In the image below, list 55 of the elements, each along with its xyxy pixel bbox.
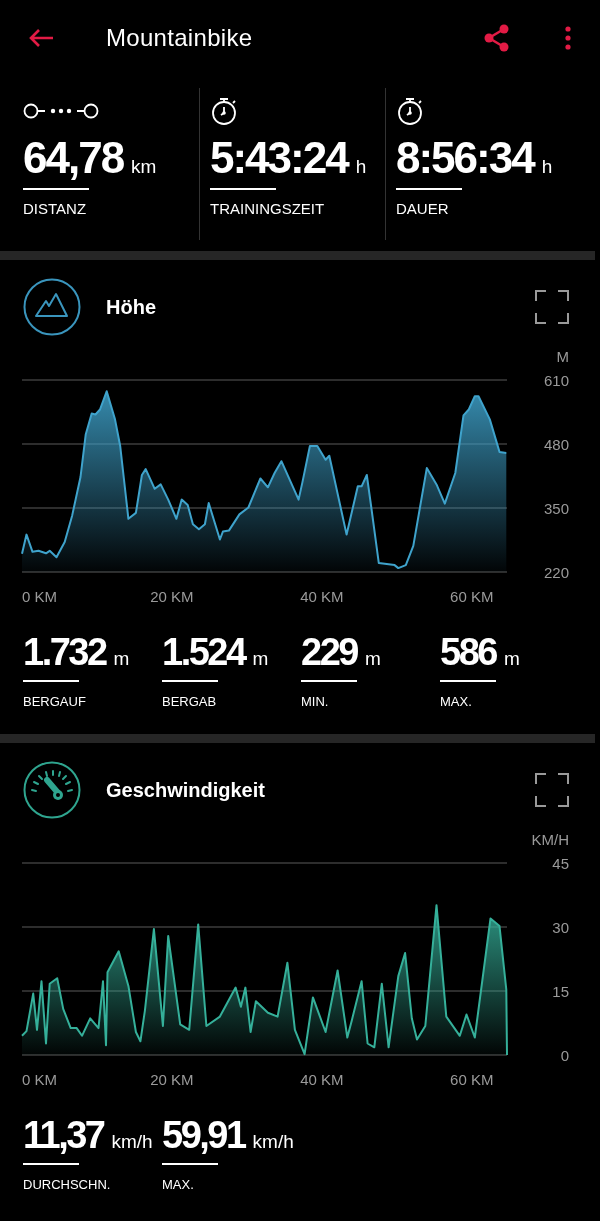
axis-tick-label: 20 KM	[150, 1071, 194, 1088]
section-title: Höhe	[106, 295, 156, 319]
stat-unit: h	[355, 156, 367, 178]
axis-tick-label: 15	[552, 983, 569, 1000]
axis-tick-label: 45	[552, 855, 569, 872]
axis-unit-label: M	[556, 348, 569, 365]
stat-label: MAX.	[162, 1177, 194, 1192]
stat-unit: km/h	[111, 1131, 153, 1153]
axis-tick-label: 610	[543, 372, 569, 389]
stat-value: 5:43:24	[210, 132, 348, 184]
stat-value: 59,91	[162, 1113, 245, 1158]
stat-label: MIN.	[301, 694, 329, 709]
axis-tick-label: 60 KM	[450, 588, 494, 605]
fullscreen-icon[interactable]	[535, 290, 569, 324]
stat-label: DISTANZ	[23, 200, 87, 217]
axis-tick-label: 60 KM	[450, 1071, 494, 1088]
axis-tick-label: 40 KM	[300, 588, 344, 605]
fullscreen-icon[interactable]	[535, 773, 569, 807]
stat-value: 586	[440, 630, 496, 675]
mountain-icon	[23, 278, 81, 336]
back-arrow-icon[interactable]	[28, 28, 54, 48]
axis-tick-label: 0	[560, 1047, 569, 1064]
stat-label: BERGAB	[162, 694, 217, 709]
stat-label: BERGAUF	[23, 694, 86, 709]
stat-label: DURCHSCHN.	[23, 1177, 111, 1192]
axis-tick-label: 0 KM	[22, 1071, 57, 1088]
axis-unit-label: KM/H	[531, 831, 569, 848]
axis-tick-label: 0 KM	[22, 588, 57, 605]
stat-value: 8:56:34	[396, 132, 534, 184]
stat-unit: km	[131, 156, 157, 178]
axis-tick-label: 220	[543, 564, 569, 581]
stat-unit: km/h	[252, 1131, 294, 1153]
stat-value: 229	[301, 630, 357, 675]
stat-value: 64,78	[23, 132, 124, 184]
axis-tick-label: 40 KM	[300, 1071, 344, 1088]
stat-label: TRAININGSZEIT	[210, 200, 325, 217]
share-icon[interactable]	[484, 24, 510, 52]
stat-unit: h	[541, 156, 553, 178]
stat-value: 1.524	[162, 630, 245, 675]
axis-tick-label: 30	[552, 919, 569, 936]
page-title: Mountainbike	[106, 24, 253, 52]
stat-unit: m	[113, 648, 130, 670]
stat-label: DAUER	[396, 200, 449, 217]
axis-tick-label: 480	[543, 436, 569, 453]
stat-unit: m	[252, 648, 269, 670]
stat-unit: m	[364, 648, 381, 670]
stat-unit: m	[503, 648, 520, 670]
axis-tick-label: 350	[543, 500, 569, 517]
stat-value: 1.732	[23, 630, 106, 675]
section-title: Geschwindigkeit	[106, 778, 265, 802]
speedometer-icon	[23, 761, 81, 819]
more-options-icon[interactable]	[564, 26, 572, 50]
stat-value: 11,37	[23, 1113, 104, 1158]
stat-label: MAX.	[440, 694, 472, 709]
axis-tick-label: 20 KM	[150, 588, 194, 605]
